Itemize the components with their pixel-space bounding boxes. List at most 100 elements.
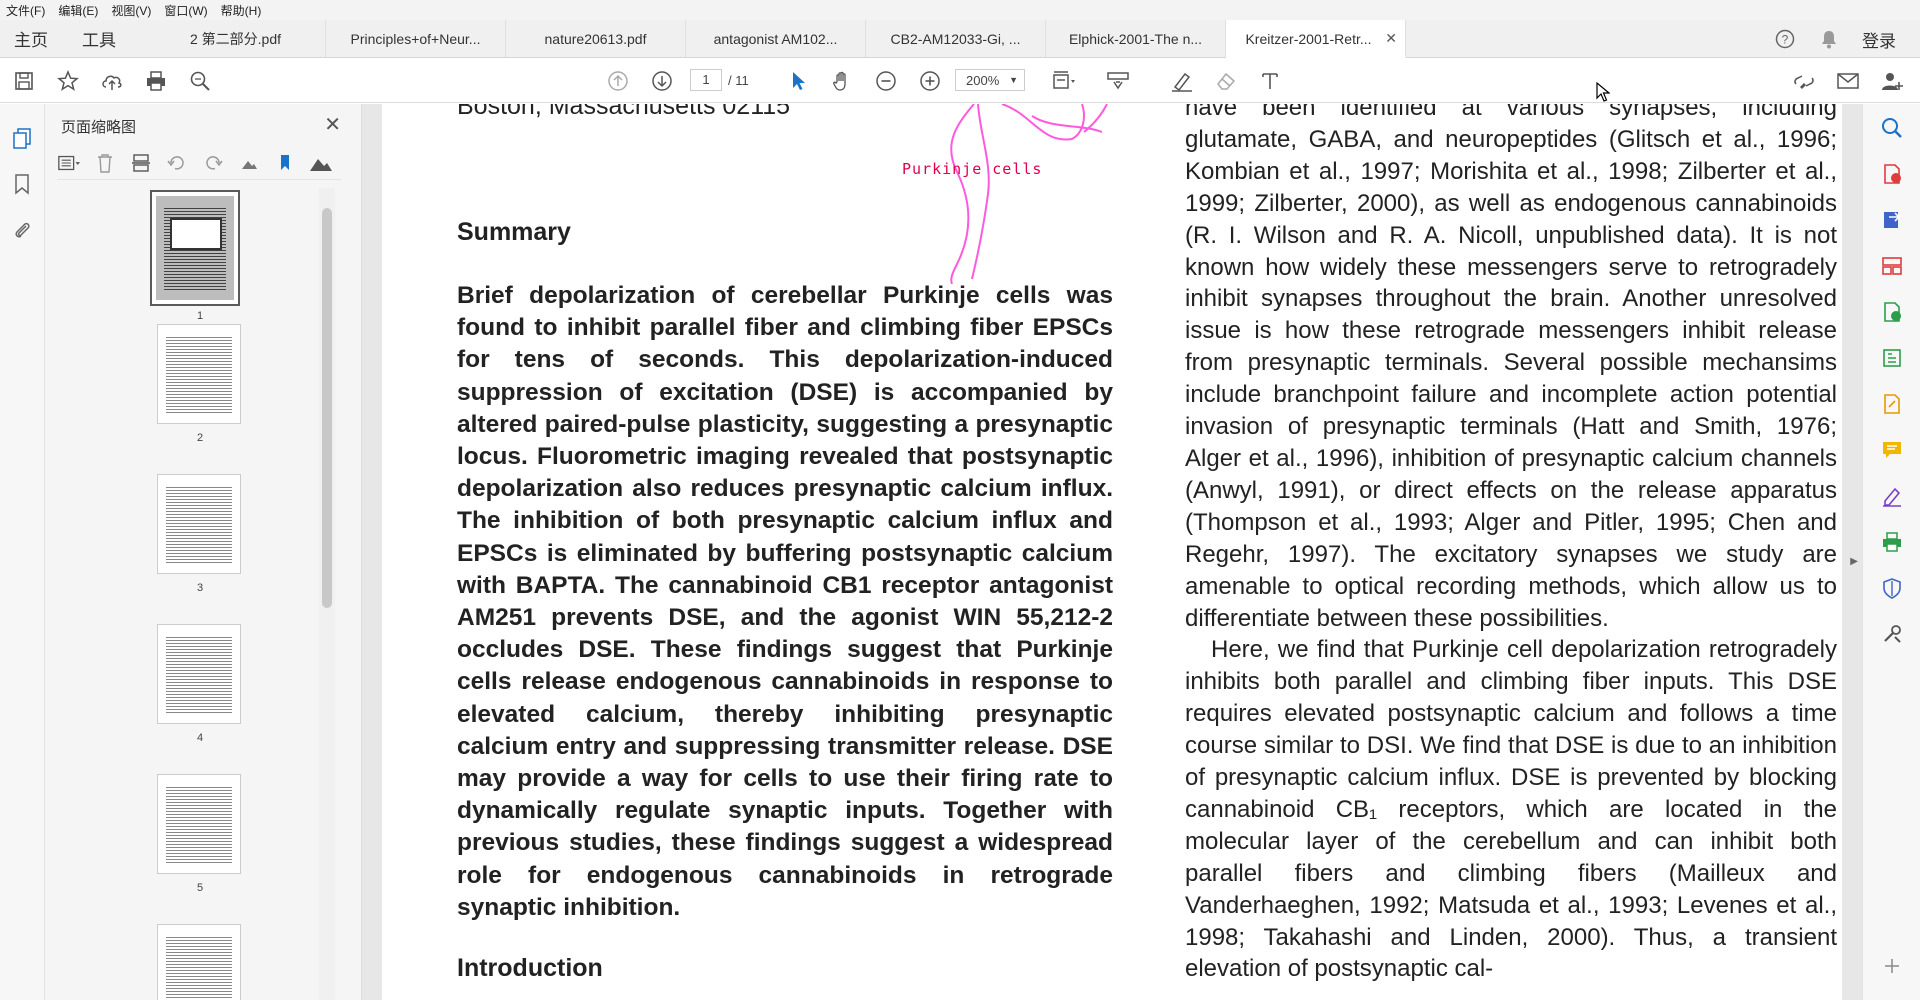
thumbnail-page[interactable] <box>157 624 241 724</box>
right-tool-rail <box>1862 104 1920 1000</box>
svg-text:?: ? <box>1782 33 1789 47</box>
highlight-pen-icon[interactable] <box>1168 67 1196 95</box>
help-icon[interactable]: ? <box>1774 28 1796 50</box>
zoom-select[interactable]: 200% ▼ <box>955 69 1025 91</box>
thumbnail-page[interactable] <box>157 774 241 874</box>
thumbnail-page[interactable] <box>157 924 241 1000</box>
menu-view[interactable]: 视图(V) <box>111 2 151 19</box>
page-up-icon[interactable] <box>604 67 632 95</box>
edit-pdf-icon[interactable] <box>1880 346 1904 370</box>
document-viewer: Boston, Massachusetts 02115 Purkinje cel… <box>362 104 1862 1000</box>
left-icon-rail <box>0 104 45 1000</box>
doc-tab[interactable]: CB2-AM12033-Gi, ... <box>866 20 1046 57</box>
export-pdf-icon[interactable] <box>1880 208 1904 232</box>
close-panel-icon[interactable]: ✕ <box>324 112 341 137</box>
menu-file[interactable]: 文件(F) <box>6 2 45 19</box>
menu-window[interactable]: 窗口(W) <box>164 2 207 19</box>
close-tab-icon[interactable]: ✕ <box>1385 30 1397 47</box>
page-thumbnails-icon[interactable] <box>10 126 34 150</box>
eraser-icon[interactable] <box>1212 67 1240 95</box>
bell-icon[interactable] <box>1818 28 1840 50</box>
thumbnail-page-number: 2 <box>196 432 204 444</box>
more-tools-icon[interactable] <box>1880 622 1904 646</box>
zoom-out-thumbnails-icon[interactable] <box>237 151 261 175</box>
organize-pages-icon[interactable] <box>1880 254 1904 278</box>
zoom-value: 200% <box>966 72 1000 88</box>
upload-cloud-icon[interactable] <box>98 67 126 95</box>
ink-drawing <box>950 104 1108 284</box>
zoom-out-icon[interactable] <box>872 67 900 95</box>
rotate-right-icon[interactable] <box>201 151 225 175</box>
paragraph: Here, we find that Purkinje cell depolar… <box>1185 636 1837 983</box>
rotate-left-icon[interactable] <box>165 151 189 175</box>
pdf-page: Boston, Massachusetts 02115 Purkinje cel… <box>382 104 1842 1000</box>
protect-shield-icon[interactable] <box>1880 576 1904 600</box>
thumbnail-page-number: 5 <box>196 882 204 894</box>
right-column-text: have been identified at various synapses… <box>1185 104 1837 985</box>
summary-heading: Summary <box>457 218 571 246</box>
collapse-right-icon[interactable]: ▶ <box>1850 556 1858 567</box>
menu-bar: 文件(F) 编辑(E) 视图(V) 窗口(W) 帮助(H) <box>0 0 1920 20</box>
delete-page-icon[interactable] <box>93 151 117 175</box>
thumbnail-page-number: 4 <box>196 732 204 744</box>
doc-tab-label: Principles+of+Neur... <box>350 30 481 47</box>
login-button[interactable]: 登录 <box>1862 27 1896 52</box>
doc-tab-active[interactable]: Kreitzer-2001-Retr... ✕ <box>1226 20 1406 58</box>
toolbar: 1 / 11 200% ▼ <box>0 58 1920 103</box>
bookmark-slider-icon[interactable] <box>273 151 297 175</box>
thumbnail-toolbar <box>57 152 341 180</box>
menu-edit[interactable]: 编辑(E) <box>58 2 98 19</box>
zoom-in-icon[interactable] <box>916 67 944 95</box>
doc-tab[interactable]: 2 第二部分.pdf <box>146 20 326 57</box>
mail-icon[interactable] <box>1834 67 1862 95</box>
search-icon[interactable] <box>186 67 214 95</box>
bookmark-icon[interactable] <box>10 172 34 196</box>
select-arrow-icon[interactable] <box>784 67 812 95</box>
page-number-input[interactable]: 1 <box>690 69 722 91</box>
print-production-icon[interactable] <box>1880 530 1904 554</box>
zoom-in-thumbnails-icon[interactable] <box>309 151 333 175</box>
link-sign-icon[interactable] <box>1790 67 1818 95</box>
doc-tab[interactable]: nature20613.pdf <box>506 20 686 57</box>
nav-tools[interactable]: 工具 <box>62 20 146 57</box>
doc-tab-label: nature20613.pdf <box>544 30 647 47</box>
doc-tab[interactable]: antagonist AM102... <box>686 20 866 57</box>
hand-tool-icon[interactable] <box>828 67 856 95</box>
signature-pen-icon[interactable] <box>1880 484 1904 508</box>
thumbnail-scrollbar[interactable] <box>319 188 335 1000</box>
thumbnail-page[interactable] <box>150 190 240 306</box>
doc-tab-label: Elphick-2001-The n... <box>1068 30 1203 47</box>
insert-page-icon[interactable] <box>129 151 153 175</box>
doc-tab-label: 2 第二部分.pdf <box>189 30 282 47</box>
collapse-down-icon[interactable] <box>1880 954 1904 978</box>
combine-files-icon[interactable] <box>1880 300 1904 324</box>
thumbnail-options-icon[interactable] <box>57 151 81 175</box>
thumbnail-page[interactable] <box>157 324 241 424</box>
print-icon[interactable] <box>142 67 170 95</box>
save-icon[interactable] <box>10 67 38 95</box>
annotation-label: Purkinje cells <box>902 160 1043 178</box>
doc-tab[interactable]: Principles+of+Neur... <box>326 20 506 57</box>
thumbnail-list: 1 2 3 4 5 <box>45 188 335 1000</box>
attachment-icon[interactable] <box>10 218 34 242</box>
add-user-icon[interactable] <box>1878 67 1906 95</box>
fill-sign-icon[interactable] <box>1880 392 1904 416</box>
doc-tab[interactable]: Elphick-2001-The n... <box>1046 20 1226 57</box>
enhance-scan-icon[interactable] <box>1880 116 1904 140</box>
thumbnail-panel-title: 页面缩略图 <box>61 119 137 136</box>
paragraph: have been identified at various synapses… <box>1185 104 1837 632</box>
thumbnail-page[interactable] <box>157 474 241 574</box>
comment-icon[interactable] <box>1880 438 1904 462</box>
page-down-icon[interactable] <box>648 67 676 95</box>
introduction-heading: Introduction <box>457 954 603 982</box>
menu-help[interactable]: 帮助(H) <box>221 2 262 19</box>
create-pdf-icon[interactable] <box>1880 162 1904 186</box>
fit-page-icon[interactable] <box>1050 67 1078 95</box>
text-tool-icon[interactable] <box>1256 67 1284 95</box>
page-total: / 11 <box>728 72 749 88</box>
star-icon[interactable] <box>54 67 82 95</box>
nav-home[interactable]: 主页 <box>0 20 62 57</box>
thumbnail-page-number: 1 <box>196 310 204 322</box>
mouse-cursor-icon <box>1596 82 1610 102</box>
scroll-mode-icon[interactable] <box>1104 67 1132 95</box>
